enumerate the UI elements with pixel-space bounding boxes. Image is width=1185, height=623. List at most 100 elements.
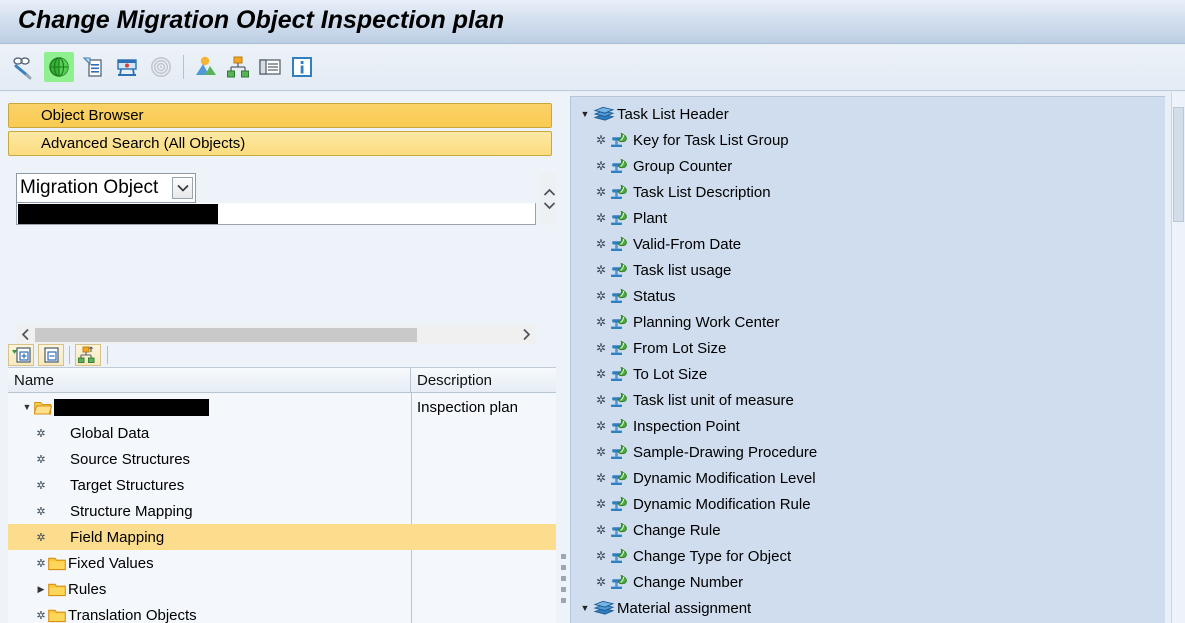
expand-arrow-icon[interactable]: ▶ [34, 584, 48, 595]
leaf-marker-icon: ✲ [36, 453, 46, 466]
redacted-label [54, 398, 209, 416]
structure-tree-row[interactable]: ✲ Plant [571, 205, 1171, 231]
structure-tree-row[interactable]: ✲ Planning Work Center [571, 309, 1171, 335]
collapse-arrow-icon[interactable]: ▼ [577, 603, 593, 613]
field-mapping-icon [609, 158, 633, 175]
structure-tree-row[interactable]: ✲ Inspection Point [571, 413, 1171, 439]
structure-tree-row[interactable]: ✲ Valid-From Date [571, 231, 1171, 257]
folder-open-icon [34, 400, 54, 415]
right-vertical-scrollbar[interactable] [1171, 92, 1185, 623]
structure-tree-row[interactable]: ▼ Task List Header [571, 101, 1171, 127]
sort-hierarchy-icon[interactable] [75, 344, 101, 366]
scroll-right-icon[interactable] [517, 325, 536, 344]
chevron-down-icon[interactable] [172, 177, 193, 199]
structure-tree-row-label: Plant [633, 209, 668, 227]
globe-green-icon[interactable] [44, 52, 74, 82]
structure-stack-icon [593, 106, 617, 123]
column-header-description[interactable]: Description [411, 368, 556, 392]
right-scrollbar-thumb[interactable] [1173, 107, 1184, 222]
structure-tree-row[interactable]: ✲ Task list usage [571, 257, 1171, 283]
table-list-icon[interactable] [255, 52, 285, 82]
field-mapping-icon [609, 522, 633, 539]
expand-all-icon[interactable] [8, 344, 34, 366]
leaf-marker-icon: ✲ [595, 237, 607, 251]
simulate-icon[interactable] [191, 52, 221, 82]
panel-splitter[interactable] [556, 92, 570, 623]
transport-icon[interactable] [112, 52, 142, 82]
advanced-search-button[interactable]: Advanced Search (All Objects) [8, 131, 552, 156]
column-header-name[interactable]: Name [8, 368, 411, 392]
collapse-arrow-icon[interactable]: ▼ [577, 109, 593, 119]
information-icon[interactable] [287, 52, 317, 82]
object-browser-button[interactable]: Object Browser [8, 103, 552, 128]
tree-row-label [54, 398, 209, 416]
field-mapping-icon [609, 184, 633, 201]
structure-tree-row[interactable]: ✲ Dynamic Modification Level [571, 465, 1171, 491]
tree-row-label: Source Structures [70, 450, 191, 468]
tree-row-label: Target Structures [70, 476, 185, 494]
folder-icon [48, 556, 68, 571]
tree-row[interactable]: ✲ Field Mapping [8, 524, 556, 550]
structure-tree-row[interactable]: ✲ Dynamic Modification Rule [571, 491, 1171, 517]
structure-tree-row[interactable]: ✲ Change Rule [571, 517, 1171, 543]
field-mapping-icon [609, 288, 633, 305]
fingerprint-icon[interactable] [146, 52, 176, 82]
structure-tree-row[interactable]: ✲ Task list unit of measure [571, 387, 1171, 413]
tree-row-label: Fixed Values [68, 554, 154, 572]
field-mapping-icon [609, 392, 633, 409]
hierarchy-icon[interactable] [223, 52, 253, 82]
structure-tree-row-label: From Lot Size [633, 339, 727, 357]
field-mapping-icon [609, 418, 633, 435]
tree-row[interactable]: ✲ Target Structures [8, 472, 556, 498]
tree-row[interactable]: ✲ Structure Mapping [8, 498, 556, 524]
scrollbar-thumb[interactable] [35, 328, 417, 342]
tree-mini-toolbar [8, 343, 556, 367]
migration-object-tree-grid: Name Description ▼ Inspection plan ✲ Global… [8, 367, 556, 623]
tree-row[interactable]: ✲ Fixed Values [8, 550, 556, 576]
tree-row[interactable]: ✲ Source Structures [8, 446, 556, 472]
structure-tree-row-label: Valid-From Date [633, 235, 742, 253]
structure-tree-panel: ▼ Task List Header ✲ Key for Task List Grou… [570, 96, 1171, 623]
structure-tree-row[interactable]: ✲ To Lot Size [571, 361, 1171, 387]
object-filter-input[interactable] [16, 203, 536, 225]
structure-tree-row[interactable]: ✲ Group Counter [571, 153, 1171, 179]
leaf-marker-icon: ✲ [595, 341, 607, 355]
structure-tree-row[interactable]: ✲ Status [571, 283, 1171, 309]
tree-row[interactable]: ▼ Inspection plan [8, 394, 556, 420]
display-change-icon[interactable] [8, 52, 38, 82]
structure-tree-row[interactable]: ✲ Change Type for Object [571, 543, 1171, 569]
structure-tree-row[interactable]: ✲ Change Number [571, 569, 1171, 595]
scroll-left-icon[interactable] [16, 325, 35, 344]
field-mapping-icon [609, 366, 633, 383]
structure-tree-row-label: Group Counter [633, 157, 733, 175]
advanced-search-label: Advanced Search (All Objects) [41, 135, 246, 152]
collapse-all-icon[interactable] [38, 344, 64, 366]
structure-tree-row[interactable]: ✲ Task List Description [571, 179, 1171, 205]
splitter-grip[interactable] [561, 554, 566, 606]
spinner-down-icon[interactable] [543, 199, 556, 212]
tree-row-label: Rules [68, 580, 107, 598]
sap-window: Change Migration Object Inspection plan [0, 0, 1185, 623]
leaf-marker-icon: ✲ [595, 289, 607, 303]
leaf-marker-icon: ✲ [595, 211, 607, 225]
structure-tree-row[interactable]: ▼ Material assignment [571, 595, 1171, 621]
mini-toolbar-separator [69, 346, 70, 364]
structure-tree-row[interactable]: ✲ Key for Task List Group [571, 127, 1171, 153]
structure-tree-row[interactable]: ✲ Sample-Drawing Procedure [571, 439, 1171, 465]
grid-header-row: Name Description [8, 368, 556, 393]
tree-row[interactable]: ✲ Global Data [8, 420, 556, 446]
structure-tree-row-label: To Lot Size [633, 365, 708, 383]
object-type-select[interactable]: Migration Object [16, 173, 196, 203]
field-mapping-icon [609, 574, 633, 591]
leaf-marker-icon: ✲ [595, 549, 607, 563]
structure-tree-row-label: Material assignment [617, 599, 752, 617]
copy-document-icon[interactable] [78, 52, 108, 82]
spinner-up-icon[interactable] [543, 186, 556, 199]
leaf-marker-icon: ✲ [36, 479, 46, 492]
collapse-arrow-icon[interactable]: ▼ [20, 402, 34, 412]
tree-row[interactable]: ✲ Translation Objects [8, 602, 556, 623]
structure-tree-row[interactable]: ✲ From Lot Size [571, 335, 1171, 361]
field-mapping-icon [609, 444, 633, 461]
tree-row[interactable]: ▶ Rules [8, 576, 556, 602]
object-list-horizontal-scrollbar[interactable] [16, 325, 536, 344]
